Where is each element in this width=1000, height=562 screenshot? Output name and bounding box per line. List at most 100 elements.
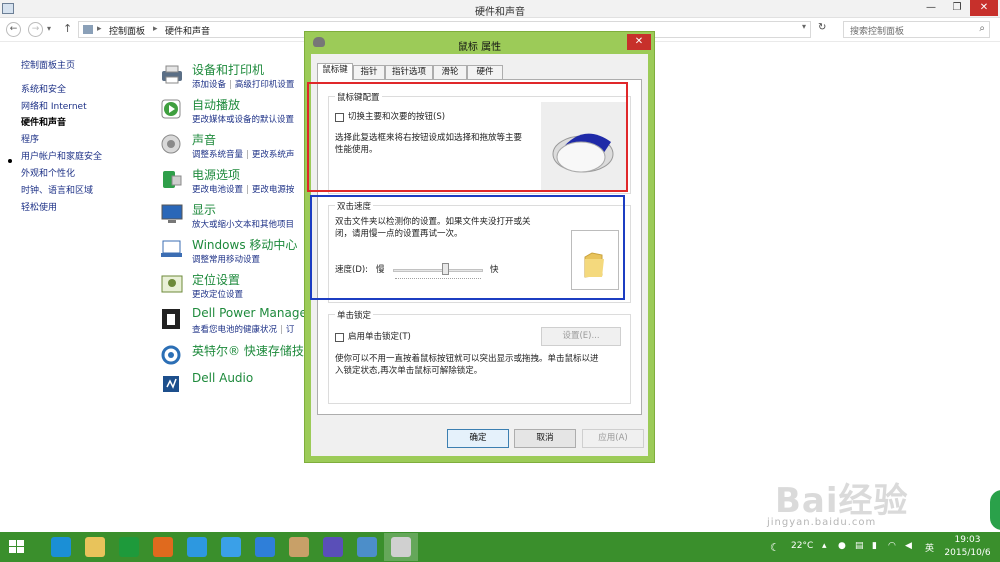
nav-user-accounts[interactable]: 用户帐户和家庭安全 (21, 149, 102, 162)
nav-programs[interactable]: 程序 (21, 132, 39, 145)
category-title[interactable]: Dell Power Manager (192, 306, 312, 320)
minimize-button[interactable]: — (918, 0, 944, 16)
category-title[interactable]: 英特尔® 快速存储技术 (192, 342, 316, 359)
breadcrumb-control-panel[interactable]: 控制面板 (109, 24, 145, 37)
system-clock[interactable]: 19:03 2015/10/6 (940, 534, 995, 560)
nav-hardware-sound[interactable]: 硬件和声音 (21, 115, 66, 128)
breadcrumb-separator-icon[interactable]: ▸ (97, 24, 102, 34)
link-text-size[interactable]: 放大或缩小文本和其他项目 (192, 220, 294, 230)
weather-moon-icon[interactable]: ☾ (770, 541, 780, 554)
windows-start-icon[interactable] (9, 540, 25, 554)
printer-icon (160, 63, 184, 85)
taskbar-button[interactable] (248, 533, 282, 561)
floating-green-button[interactable] (990, 490, 1000, 530)
dell-audio-icon (160, 373, 184, 395)
click-lock-settings-button[interactable]: 设置(E)... (541, 327, 621, 346)
watermark-url: jingyan.baidu.com (767, 517, 877, 528)
category-title[interactable]: 定位设置 (192, 271, 240, 288)
nav-appearance[interactable]: 外观和个性化 (21, 166, 75, 179)
cloud-icon (221, 537, 241, 557)
search-input[interactable]: 搜索控制面板 ⌕ (843, 21, 990, 38)
blue-highlight-box (310, 195, 625, 300)
control-panel-icon (83, 25, 93, 34)
address-dropdown-icon[interactable]: ▾ (802, 22, 806, 31)
apply-button[interactable]: 应用(A) (582, 429, 644, 448)
settings-app-icon (323, 537, 343, 557)
power-icon (160, 168, 184, 190)
taskbar-button[interactable] (44, 533, 78, 561)
link-dell-more[interactable]: 订 (286, 325, 295, 335)
back-button[interactable]: ← (6, 22, 21, 37)
taskbar-button[interactable] (146, 533, 180, 561)
taskbar-button[interactable] (112, 533, 146, 561)
location-icon (160, 273, 184, 295)
search-icon[interactable]: ⌕ (979, 23, 985, 34)
taskbar-button[interactable] (384, 533, 418, 561)
tab-pointers[interactable]: 指针 (353, 65, 385, 79)
temperature[interactable]: 22°C (791, 541, 813, 551)
tab-pointer-options[interactable]: 指针选项 (385, 65, 433, 79)
click-lock-label[interactable]: 启用单击锁定(T) (348, 331, 411, 343)
link-battery-health[interactable]: 查看您电池的健康状况 (192, 325, 277, 335)
tray-arrow-icon[interactable]: ▴ (822, 541, 827, 551)
category-title[interactable]: 显示 (192, 201, 216, 218)
category-title[interactable]: Dell Audio (192, 371, 253, 385)
ime-indicator[interactable]: 英 (925, 541, 934, 554)
nav-ease-of-access[interactable]: 轻松使用 (21, 200, 57, 213)
close-button[interactable]: ✕ (970, 0, 998, 16)
tab-buttons[interactable]: 鼠标键 (317, 63, 353, 80)
taskbar-button[interactable] (282, 533, 316, 561)
link-change-battery[interactable]: 更改电池设置 (192, 185, 243, 195)
refresh-icon[interactable]: ↻ (818, 22, 826, 33)
ok-button[interactable]: 确定 (447, 429, 509, 448)
clock-date: 2015/10/6 (944, 548, 991, 558)
link-change-sounds[interactable]: 更改系统声 (252, 150, 295, 160)
clock-time: 19:03 (954, 535, 981, 545)
recent-pages-dropdown[interactable]: ▾ (47, 24, 51, 33)
tab-hardware[interactable]: 硬件 (467, 65, 503, 79)
category-title[interactable]: 自动播放 (192, 96, 240, 113)
dialog-close-button[interactable]: ✕ (627, 34, 651, 50)
category-title[interactable]: 设备和打印机 (192, 61, 264, 78)
breadcrumb-hardware-sound[interactable]: 硬件和声音 (165, 24, 210, 37)
taskbar-button[interactable] (214, 533, 248, 561)
category-title[interactable]: 电源选项 (192, 166, 240, 183)
dialog-titlebar[interactable]: 鼠标 属性 ✕ (305, 32, 654, 54)
window-title: 硬件和声音 (475, 7, 525, 18)
maximize-button[interactable]: ❐ (944, 0, 970, 16)
category-display: 显示 放大或缩小文本和其他项目 (160, 201, 310, 233)
link-advanced-printer[interactable]: 高级打印机设置 (235, 80, 295, 90)
taskbar-button[interactable] (316, 533, 350, 561)
link-adjust-volume[interactable]: 调整系统音量 (192, 150, 243, 160)
category-dell-power-manager: Dell Power Manager 查看您电池的健康状况 | 订 (160, 306, 312, 338)
battery-icon[interactable]: ▮ (872, 541, 877, 551)
link-add-device[interactable]: 添加设备 (192, 80, 226, 90)
taskbar-button[interactable] (180, 533, 214, 561)
volume-icon[interactable]: ◀ (905, 541, 912, 551)
tab-wheel[interactable]: 滑轮 (433, 65, 467, 79)
network-icon[interactable]: ▤ (855, 541, 864, 551)
category-sound: 声音 调整系统音量 | 更改系统声 (160, 131, 310, 163)
category-title[interactable]: 声音 (192, 131, 216, 148)
breadcrumb-separator-icon[interactable]: ▸ (153, 24, 158, 34)
intel-rst-icon (160, 344, 184, 366)
360-browser-icon (187, 537, 207, 557)
wifi-icon[interactable]: ◠ (888, 541, 896, 551)
link-change-media-defaults[interactable]: 更改媒体或设备的默认设置 (192, 115, 294, 125)
nav-network-internet[interactable]: 网络和 Internet (21, 99, 87, 112)
category-title[interactable]: Windows 移动中心 (192, 236, 297, 253)
link-mobility-settings[interactable]: 调整常用移动设置 (192, 255, 260, 265)
up-button[interactable]: ↑ (63, 22, 72, 35)
nav-system-security[interactable]: 系统和安全 (21, 82, 66, 95)
taskbar-button[interactable] (78, 533, 112, 561)
nav-clock-language[interactable]: 时钟、语言和区域 (21, 183, 93, 196)
taskbar-button[interactable] (350, 533, 384, 561)
qq-icon[interactable]: ● (838, 541, 846, 551)
link-power-buttons[interactable]: 更改电源按 (252, 185, 295, 195)
forward-button[interactable]: → (28, 22, 43, 37)
cancel-button[interactable]: 取消 (514, 429, 576, 448)
link-change-location[interactable]: 更改定位设置 (192, 290, 243, 300)
paint-icon (289, 537, 309, 557)
nav-control-panel-home[interactable]: 控制面板主页 (21, 58, 75, 71)
click-lock-checkbox[interactable] (335, 333, 344, 342)
